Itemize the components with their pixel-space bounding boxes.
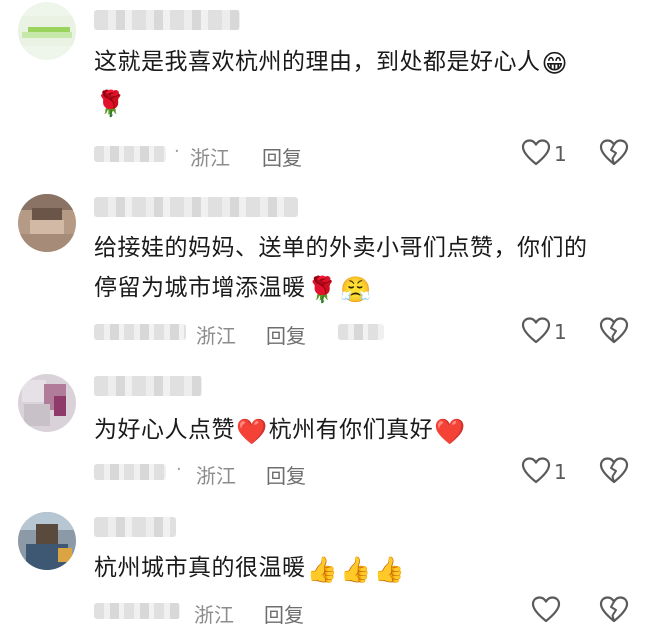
comment-text: 为好心人点赞❤️杭州有你们真好❤️	[94, 410, 623, 450]
comment-text: 这就是我喜欢杭州的理由，到处都是好心人😁 🌹	[94, 42, 623, 122]
reply-button[interactable]: 回复	[262, 142, 302, 171]
like-count: 1	[554, 460, 567, 484]
comment-meta: 浙江 回复	[94, 594, 647, 628]
separator-dot: ·	[176, 459, 182, 480]
thumbs-up-emoji-icon: 👍	[306, 555, 339, 584]
username[interactable]	[94, 10, 240, 30]
avatar[interactable]	[18, 374, 76, 432]
like-heart-icon[interactable]	[520, 455, 552, 487]
ip-info	[338, 324, 384, 340]
thumbs-up-emoji-icon: 👍	[373, 555, 406, 584]
username[interactable]	[94, 197, 298, 217]
reply-button[interactable]: 回复	[266, 320, 306, 349]
comment-meta: · 浙江 回复 1	[94, 455, 647, 489]
dislike-broken-heart-icon[interactable]	[598, 455, 630, 487]
thumbs-up-emoji-icon: 👍	[340, 555, 372, 584]
dislike-broken-heart-icon[interactable]	[598, 315, 630, 347]
username[interactable]	[94, 517, 176, 537]
rose-emoji-icon: 🌹	[306, 275, 339, 304]
comment-text-part1: 为好心人点赞	[94, 417, 235, 443]
comment-text: 给接娃的妈妈、送单的外卖小哥们点赞，你们的 停留为城市增添温暖🌹😤	[94, 228, 623, 308]
dislike-broken-heart-icon[interactable]	[598, 137, 630, 169]
separator-dot: ·	[174, 141, 180, 162]
comment-meta: · 浙江 回复 1	[94, 137, 647, 171]
red-heart-emoji-icon: ❤️	[434, 417, 466, 446]
comment-text: 杭州城市真的很温暖👍👍👍	[94, 548, 623, 588]
location-label: 浙江	[196, 464, 236, 488]
avatar[interactable]	[18, 2, 76, 60]
timestamp	[94, 324, 186, 340]
username[interactable]	[94, 376, 202, 396]
angry-face-emoji-icon: 😤	[340, 275, 372, 304]
avatar[interactable]	[18, 512, 76, 570]
timestamp	[94, 464, 166, 480]
avatar[interactable]	[18, 194, 76, 252]
comment-text-main: 杭州城市真的很温暖	[94, 555, 306, 581]
red-heart-emoji-icon: ❤️	[236, 417, 268, 446]
rose-emoji-icon: 🌹	[95, 89, 127, 118]
comment-text-line2: 停留为城市增添温暖	[94, 275, 306, 301]
like-heart-icon[interactable]	[520, 137, 552, 169]
reply-button[interactable]: 回复	[264, 599, 304, 628]
reply-button[interactable]: 回复	[266, 460, 306, 489]
location-label: 浙江	[190, 146, 230, 170]
comment-text-part2: 杭州有你们真好	[268, 417, 434, 443]
comment-text-main: 这就是我喜欢杭州的理由，到处都是好心人	[94, 49, 541, 75]
timestamp	[94, 146, 166, 162]
dislike-broken-heart-icon[interactable]	[598, 594, 630, 626]
like-count: 1	[554, 320, 567, 344]
grin-emoji-icon: 😁	[541, 49, 569, 78]
like-count: 1	[554, 142, 567, 166]
comment-text-line1: 给接娃的妈妈、送单的外卖小哥们点赞，你们的	[94, 235, 588, 261]
like-heart-icon[interactable]	[530, 594, 562, 626]
location-label: 浙江	[196, 324, 236, 348]
like-heart-icon[interactable]	[520, 315, 552, 347]
timestamp	[94, 603, 180, 619]
comment-meta: 浙江 回复 1	[94, 315, 647, 349]
location-label: 浙江	[194, 603, 234, 627]
